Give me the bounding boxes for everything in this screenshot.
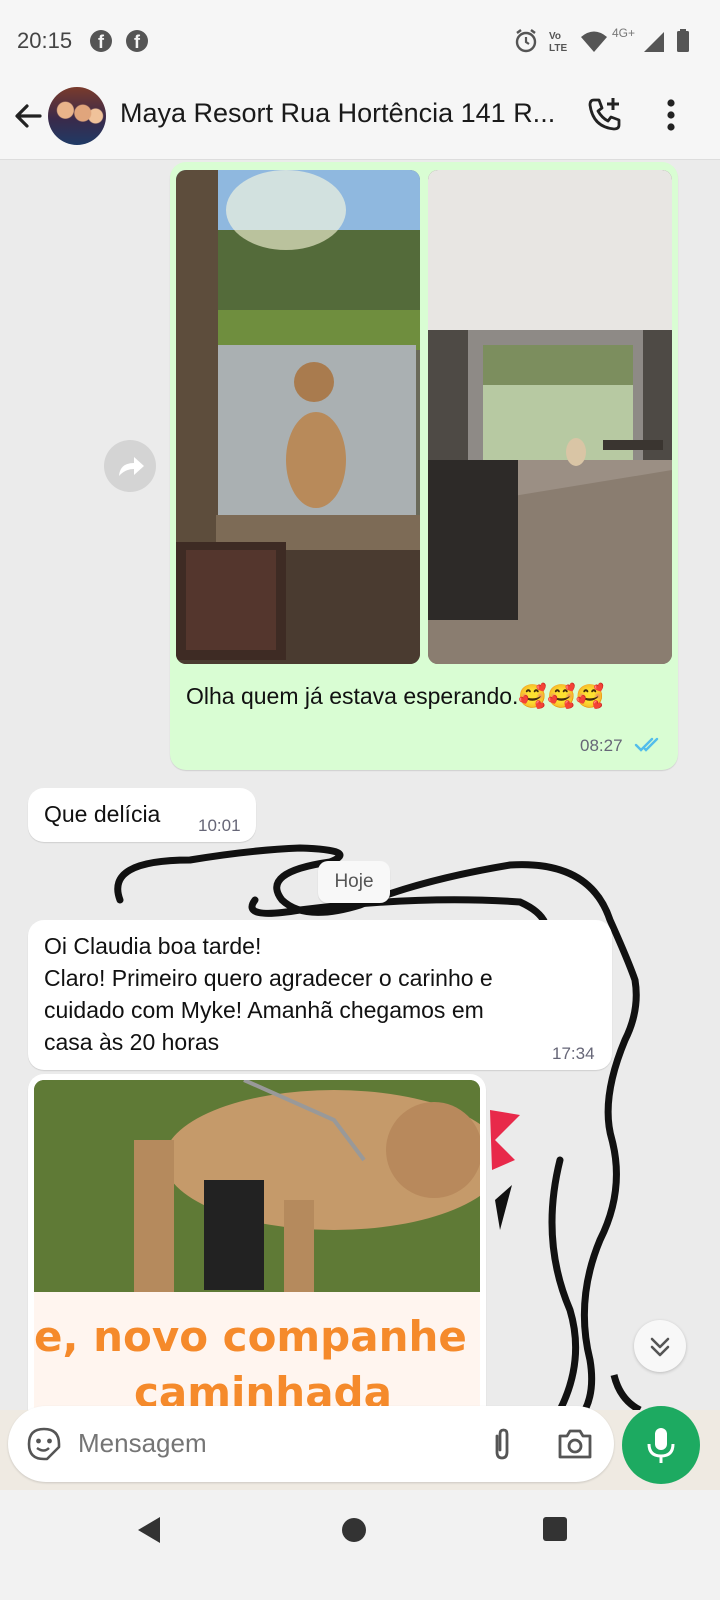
date-separator: Hoje (318, 861, 390, 903)
scroll-to-bottom-button[interactable] (634, 1320, 686, 1372)
photo-image (428, 170, 672, 664)
message-text: Oi Claudia boa tarde! Claro! Primeiro qu… (44, 930, 599, 1058)
camera-icon[interactable] (556, 1426, 594, 1462)
avatar[interactable] (48, 87, 106, 145)
image-overlay-text: caminhada (134, 1368, 392, 1410)
signal-icon (644, 32, 664, 52)
chat-title[interactable]: Maya Resort Rua Hortência 141 R... (120, 98, 570, 129)
image-overlay-text: e, novo companhe (34, 1312, 467, 1361)
alarm-icon (515, 29, 537, 53)
wifi-icon (581, 31, 607, 52)
facebook-icon: f (126, 30, 148, 52)
message-line: Oi Claudia boa tarde! (44, 933, 262, 959)
message-time: 17:34 (552, 1044, 595, 1063)
more-vert-icon[interactable] (666, 98, 676, 132)
voice-record-button[interactable] (622, 1406, 700, 1484)
message-time: 10:01 (198, 816, 241, 835)
svg-text:Vo: Vo (549, 31, 561, 42)
forward-button[interactable] (104, 440, 156, 492)
outgoing-message[interactable]: Olha quem já estava esperando.🥰🥰🥰 08:27 (170, 162, 678, 770)
nav-recents-icon[interactable] (543, 1517, 567, 1541)
chat-header: Maya Resort Rua Hortência 141 R... (0, 82, 720, 160)
battery-icon (677, 29, 689, 52)
double-chevron-down-icon (650, 1337, 670, 1357)
sticker-icon[interactable] (26, 1426, 62, 1462)
system-nav-bar (0, 1490, 720, 1600)
status-bar: 20:15 f f Vo LTE 4G+ (0, 0, 720, 82)
nav-back-icon[interactable] (136, 1515, 162, 1545)
message-time: 08:27 (580, 736, 623, 755)
nav-home-icon[interactable] (342, 1518, 366, 1542)
message-line: casa às 20 horas (44, 1029, 220, 1055)
volte-icon: Vo LTE (549, 31, 567, 54)
read-ticks-icon (634, 737, 659, 752)
message-text: Olha quem já estava esperando.🥰🥰🥰 (186, 683, 605, 709)
incoming-message[interactable]: Oi Claudia boa tarde! Claro! Primeiro qu… (28, 920, 612, 1070)
message-composer (8, 1406, 614, 1482)
photo-image (176, 170, 420, 664)
network-type: 4G+ (612, 26, 636, 40)
incoming-message[interactable]: Que delícia 10:01 (28, 788, 256, 842)
attach-icon[interactable] (484, 1426, 520, 1462)
dog-photo-room[interactable] (428, 170, 672, 664)
add-call-icon[interactable] (586, 96, 622, 132)
message-line: Claro! Primeiro quero agradecer o carinh… (44, 965, 493, 991)
dog-photo-walk[interactable]: e, novo companhe caminhada (34, 1080, 480, 1410)
mic-icon (647, 1428, 675, 1463)
message-input[interactable] (78, 1428, 458, 1459)
status-time: 20:15 (17, 28, 73, 53)
back-arrow-icon[interactable] (12, 100, 44, 132)
svg-text:LTE: LTE (549, 43, 567, 54)
message-line: cuidado com Myke! Amanhã chegamos em (44, 997, 484, 1023)
forward-icon (119, 457, 144, 476)
facebook-icon: f (90, 30, 112, 52)
chat-area[interactable]: Olha quem já estava esperando.🥰🥰🥰 08:27 … (0, 160, 720, 1410)
incoming-image-message[interactable]: e, novo companhe caminhada (28, 1074, 486, 1410)
dog-photo-door[interactable] (176, 170, 420, 664)
message-text: Que delícia (44, 801, 161, 827)
